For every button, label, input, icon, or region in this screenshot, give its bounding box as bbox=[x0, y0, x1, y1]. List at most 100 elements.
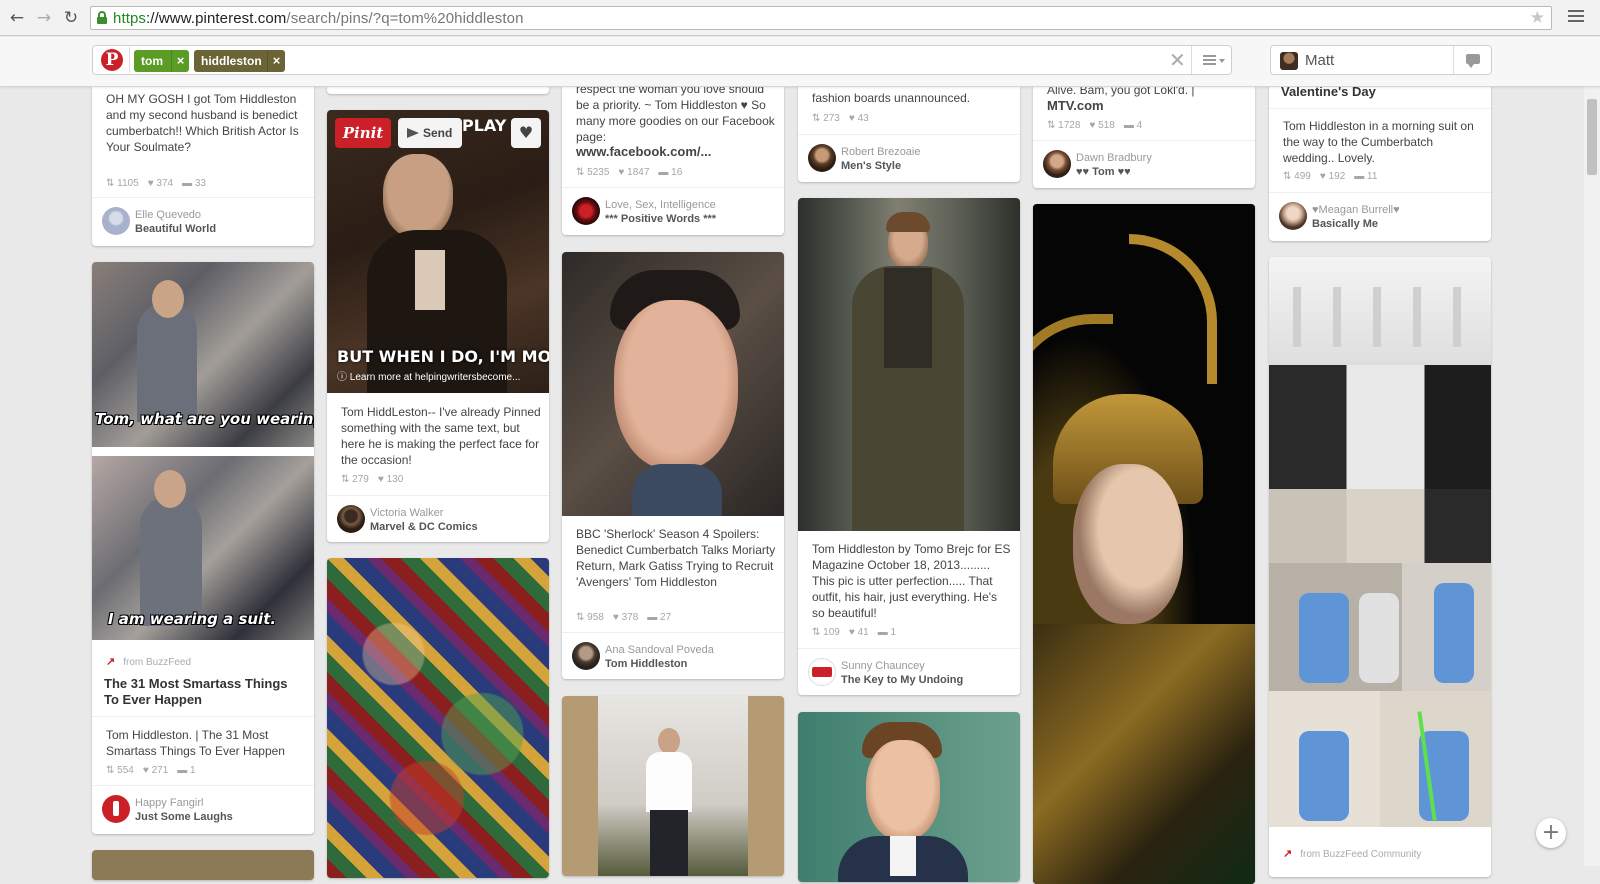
repin-count: ⇅ 109 bbox=[812, 627, 840, 638]
reload-icon[interactable]: ↻ bbox=[62, 9, 80, 27]
remove-token-icon[interactable]: × bbox=[267, 50, 285, 72]
search-token-tom[interactable]: tom × bbox=[134, 50, 189, 72]
pin-image[interactable] bbox=[598, 696, 748, 876]
board-name[interactable]: Marvel & DC Comics bbox=[370, 521, 478, 533]
pin-image[interactable]: I am wearing a suit. bbox=[92, 456, 314, 640]
pin-card[interactable]: Tom Hiddleston by Tomo Brejc for ES Maga… bbox=[798, 198, 1020, 695]
pin-image[interactable] bbox=[1033, 204, 1255, 884]
add-pin-button[interactable]: + bbox=[1536, 818, 1566, 848]
pin-image[interactable] bbox=[562, 252, 784, 516]
pin-card[interactable]: OH MY GOSH I got Tom Hiddleston and my s… bbox=[92, 76, 314, 246]
pinner-name[interactable]: Elle Quevedo bbox=[135, 209, 201, 221]
forward-icon[interactable]: → bbox=[35, 9, 53, 27]
pin-image[interactable]: PLAY T BUT WHEN I DO, I'M MORE ⓘ Learn m… bbox=[327, 110, 549, 393]
user-menu[interactable]: Matt bbox=[1270, 45, 1492, 75]
pin-source[interactable]: ↗ from BuzzFeed Community bbox=[1283, 847, 1421, 860]
pinner-name[interactable]: ♥Meagan Burrell♥ bbox=[1312, 204, 1400, 216]
pin-stats: ⇅ 279 ♥ 130 bbox=[341, 474, 412, 485]
pin-card[interactable] bbox=[798, 712, 1020, 882]
board-name[interactable]: *** Positive Words *** bbox=[605, 213, 716, 225]
pin-image[interactable] bbox=[1269, 257, 1491, 365]
pin-source[interactable]: ↗ from BuzzFeed bbox=[106, 655, 191, 668]
pin-card[interactable]: Tom, what are you wearing? I am wearing … bbox=[92, 262, 314, 834]
pinner-info[interactable]: Victoria Walker Marvel & DC Comics bbox=[337, 505, 547, 533]
like-count: ♥ 43 bbox=[848, 113, 869, 124]
pinner-name[interactable]: Happy Fangirl bbox=[135, 797, 203, 809]
repin-count: ⇅ 499 bbox=[1283, 171, 1311, 182]
pinner-info[interactable]: Love, Sex, Intelligence *** Positive Wor… bbox=[572, 197, 782, 225]
pinner-name[interactable]: Love, Sex, Intelligence bbox=[605, 199, 716, 211]
browser-toolbar: ← → ↻ https://www.pinterest.com/search/p… bbox=[0, 0, 1600, 36]
browser-menu-icon[interactable] bbox=[1568, 10, 1584, 24]
pin-link[interactable]: www.facebook.com/... bbox=[576, 144, 711, 159]
pinner-info[interactable]: Sunny Chauncey The Key to My Undoing bbox=[808, 658, 1018, 686]
board-name[interactable]: ♥♥ Tom ♥♥ bbox=[1076, 166, 1131, 178]
pin-card[interactable]: fashion boards unannounced. ⇅ 273 ♥ 43 Ro… bbox=[798, 78, 1020, 182]
board-name[interactable]: Just Some Laughs bbox=[135, 811, 233, 823]
pin-image[interactable] bbox=[798, 198, 1020, 531]
board-name[interactable]: Tom Hiddleston bbox=[605, 658, 687, 670]
address-bar[interactable]: https://www.pinterest.com/search/pins/?q… bbox=[90, 6, 1552, 30]
board-name[interactable]: Men's Style bbox=[841, 160, 901, 172]
pin-image[interactable] bbox=[1269, 365, 1491, 489]
pin-image[interactable] bbox=[1269, 489, 1491, 563]
pin-card[interactable] bbox=[327, 558, 549, 878]
pinner-info[interactable]: ♥Meagan Burrell♥ Basically Me bbox=[1279, 202, 1489, 230]
pin-card[interactable]: BBC 'Sherlock' Season 4 Spoilers: Benedi… bbox=[562, 252, 784, 679]
pinner-name[interactable]: Sunny Chauncey bbox=[841, 660, 925, 672]
pinit-button[interactable]: Pinit bbox=[335, 118, 391, 148]
pin-description: Tom Hiddleston in a morning suit on the … bbox=[1283, 119, 1474, 165]
pinner-info[interactable]: Elle Quevedo Beautiful World bbox=[102, 207, 312, 235]
pinner-name[interactable]: Robert Brezoaie bbox=[841, 146, 921, 158]
pin-card[interactable] bbox=[562, 696, 784, 876]
notifications-button[interactable] bbox=[1453, 46, 1491, 74]
pin-card[interactable]: Valentine's Day Tom Hiddleston in a morn… bbox=[1269, 78, 1491, 241]
heart-icon[interactable]: ♥ bbox=[511, 118, 541, 148]
search-token-hiddleston[interactable]: hiddleston × bbox=[194, 50, 285, 72]
pin-image[interactable] bbox=[1269, 691, 1491, 827]
pinner-name[interactable]: Victoria Walker bbox=[370, 507, 443, 519]
avatar bbox=[808, 658, 836, 686]
pin-card[interactable]: respect the woman you love should be a p… bbox=[562, 78, 784, 235]
board-name[interactable]: Beautiful World bbox=[135, 223, 216, 235]
pinner-info[interactable]: Happy Fangirl Just Some Laughs bbox=[102, 795, 312, 823]
pin-card[interactable]: ↗ from BuzzFeed Community bbox=[1269, 257, 1491, 877]
pin-stats: ⇅ 1105 ♥ 374 ▬ 33 bbox=[106, 178, 215, 189]
pinner-name[interactable]: Ana Sandoval Poveda bbox=[605, 644, 714, 656]
pinner-name[interactable]: Dawn Bradbury bbox=[1076, 152, 1152, 164]
board-name[interactable]: Basically Me bbox=[1312, 218, 1378, 230]
comment-count: ▬ 27 bbox=[647, 612, 672, 623]
repin-count: ⇅ 554 bbox=[106, 765, 134, 776]
pin-stats: ⇅ 1728 ♥ 518 ▬ 4 bbox=[1047, 120, 1151, 131]
pin-description: Tom Hiddleston by Tomo Brejc for ES Maga… bbox=[812, 542, 1011, 620]
pin-card[interactable] bbox=[1033, 204, 1255, 884]
pin-image[interactable] bbox=[798, 712, 1020, 882]
bookmark-star-icon[interactable]: ★ bbox=[1530, 8, 1545, 28]
back-icon[interactable]: ← bbox=[8, 9, 26, 27]
pin-title[interactable]: The 31 Most Smartass Things To Ever Happ… bbox=[104, 676, 304, 708]
pin-card[interactable]: PLAY T BUT WHEN I DO, I'M MORE ⓘ Learn m… bbox=[327, 110, 549, 542]
info-icon: ⓘ bbox=[337, 372, 350, 383]
lock-icon bbox=[97, 11, 107, 24]
page-scrollbar[interactable] bbox=[1584, 87, 1600, 866]
pinner-info[interactable]: Dawn Bradbury ♥♥ Tom ♥♥ bbox=[1043, 150, 1253, 178]
image-source-link[interactable]: ⓘ Learn more at helpingwritersbecome... bbox=[337, 368, 520, 383]
url-text[interactable]: https://www.pinterest.com/search/pins/?q… bbox=[113, 10, 524, 27]
board-name[interactable]: The Key to My Undoing bbox=[841, 674, 963, 686]
filter-menu-button[interactable] bbox=[1191, 46, 1231, 74]
remove-token-icon[interactable]: × bbox=[171, 50, 189, 72]
pin-card[interactable] bbox=[92, 850, 314, 880]
pinterest-logo[interactable]: P bbox=[94, 47, 130, 73]
pin-card[interactable]: Alive. Bam, you got Lokl'd. | MTV.com ⇅ … bbox=[1033, 78, 1255, 188]
pinner-info[interactable]: Robert Brezoaie Men's Style bbox=[808, 144, 1018, 172]
search-input[interactable]: P tom × hiddleston × ✕ bbox=[92, 45, 1232, 75]
send-button[interactable]: Send bbox=[398, 118, 462, 148]
avatar bbox=[102, 207, 130, 235]
pin-link[interactable]: MTV.com bbox=[1047, 98, 1104, 113]
pin-image[interactable] bbox=[327, 558, 549, 878]
scrollbar-thumb[interactable] bbox=[1587, 99, 1597, 175]
clear-search-icon[interactable]: ✕ bbox=[1169, 48, 1186, 72]
pin-image[interactable]: Tom, what are you wearing? bbox=[92, 262, 314, 447]
pinner-info[interactable]: Ana Sandoval Poveda Tom Hiddleston bbox=[572, 642, 782, 670]
pin-image[interactable] bbox=[1269, 563, 1491, 691]
